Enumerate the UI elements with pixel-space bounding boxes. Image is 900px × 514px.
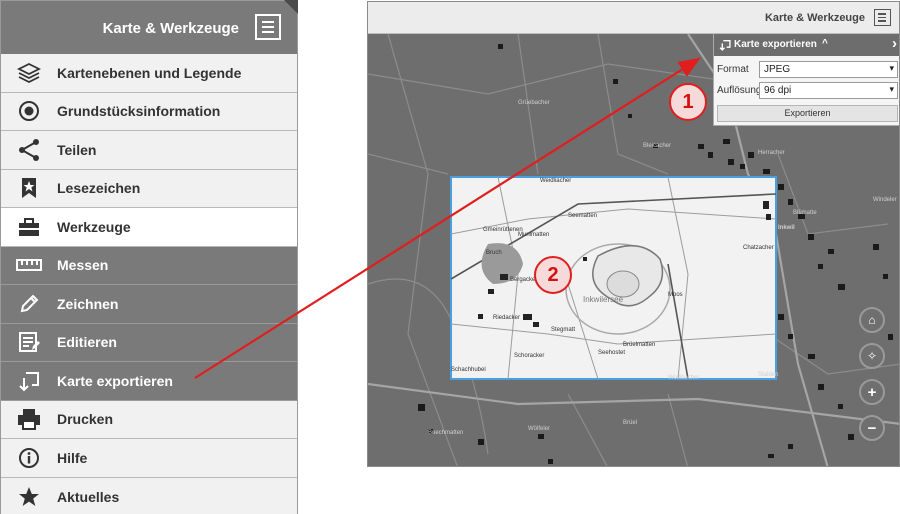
map-label: Brüel <box>623 420 637 426</box>
toolbox-icon <box>16 216 42 238</box>
menu-item-label: Werkzeuge <box>57 218 131 235</box>
resolution-value: 96 dpi <box>764 85 792 96</box>
map-topbar: Karte & Werkzeuge <box>368 2 899 34</box>
map-label: Wölfeler <box>528 426 550 432</box>
resolution-row: Auflösung 96 dpi ▾ <box>714 82 899 100</box>
export-panel-title: Karte exportieren <box>734 39 817 50</box>
menu-item-grundstuecksinformation[interactable]: Grundstücksinformation <box>1 92 297 131</box>
menu-item-karte-exportieren[interactable]: Karte exportieren <box>1 362 297 401</box>
map-label: Brüelmatten <box>623 342 655 348</box>
chevron-down-icon: ▾ <box>889 63 894 73</box>
menu-item-label: Lesezeichen <box>57 180 141 197</box>
map-label: Grüebacher <box>518 100 550 106</box>
map-label: Chatzacher <box>743 245 774 251</box>
screenshot-stage: Karte & Werkzeuge Kartenebenen und Legen… <box>0 0 900 514</box>
radio-target-icon <box>16 100 42 122</box>
menu-item-werkzeuge[interactable]: Werkzeuge <box>1 208 297 247</box>
map-label: Gmeinrüttenen <box>483 227 523 233</box>
map-label: Blümatte <box>793 210 817 216</box>
map-label-lake: Inkwilersee <box>583 295 624 304</box>
menu-item-label: Drucken <box>57 411 114 428</box>
locate-icon[interactable]: ✧ <box>859 343 885 369</box>
map-label: Bruch <box>486 250 502 256</box>
zoom-in-icon[interactable]: + <box>859 379 885 405</box>
map-label: Seematten <box>568 213 597 219</box>
chevron-right-icon[interactable]: › <box>892 35 897 52</box>
menu-item-label: Aktuelles <box>57 488 120 505</box>
format-value: JPEG <box>764 64 791 75</box>
map-label: Schoracker <box>514 353 544 359</box>
map-label: Weidliacher <box>540 178 571 184</box>
menu-item-messen[interactable]: Messen <box>1 246 297 285</box>
map-hamburger-icon[interactable] <box>874 9 891 26</box>
menu-header: Karte & Werkzeuge <box>1 0 298 54</box>
export-button[interactable]: Exportieren <box>717 105 898 122</box>
printer-icon <box>16 408 42 431</box>
format-row: Format JPEG ▾ <box>714 61 899 79</box>
edit-form-icon <box>16 331 42 353</box>
export-map-icon <box>719 38 731 56</box>
map-label: Schachhubel <box>451 367 486 373</box>
annotation-badge-2: 2 <box>534 256 572 294</box>
map-header-title: Karte & Werkzeuge <box>764 12 865 24</box>
menu-item-lesezeichen[interactable]: Lesezeichen <box>1 169 297 208</box>
export-panel-header: Karte exportieren ^ › <box>714 34 899 56</box>
map-label: Buechmatten <box>428 430 463 436</box>
map-label: Seehostet <box>598 350 625 356</box>
bookmark-star-icon <box>16 177 42 199</box>
menu-item-label: Zeichnen <box>57 295 119 312</box>
map-label: Bleicacher <box>643 143 671 149</box>
map-label: Riedacker <box>493 315 520 321</box>
menu-item-label: Messen <box>57 257 109 274</box>
format-select[interactable]: JPEG ▾ <box>759 61 898 78</box>
export-map-panel: Karte exportieren ^ › Format JPEG ▾ Aufl… <box>713 34 899 126</box>
format-label: Format <box>717 64 749 75</box>
pencil-icon <box>16 293 42 315</box>
menu-item-hilfe[interactable]: Hilfe <box>1 439 297 478</box>
layers-icon <box>16 62 42 84</box>
map-label: Windeler <box>873 197 897 203</box>
menu-item-label: Karte exportieren <box>57 372 173 389</box>
menu-item-drucken[interactable]: Drucken <box>1 400 297 439</box>
resolution-select[interactable]: 96 dpi ▾ <box>759 82 898 99</box>
menu-item-label: Kartenebenen und Legende <box>57 64 242 81</box>
map-label: Stegmatt <box>551 327 575 333</box>
corner-fold-decoration <box>284 0 298 14</box>
tools-menu-panel: Karte & Werkzeuge Kartenebenen und Legen… <box>0 0 298 514</box>
menu-item-editieren[interactable]: Editieren <box>1 323 297 362</box>
menu-item-teilen[interactable]: Teilen <box>1 131 297 170</box>
chevron-up-icon[interactable]: ^ <box>822 38 828 49</box>
resolution-label: Auflösung <box>717 85 762 96</box>
map-label: Herracher <box>758 150 785 156</box>
ruler-icon <box>16 254 42 276</box>
zoom-out-icon[interactable]: − <box>859 415 885 441</box>
menu-item-label: Editieren <box>57 334 117 351</box>
map-view[interactable]: Karte & Werkzeuge Weidliacher Seematten … <box>367 1 900 467</box>
menu-item-aktuelles[interactable]: Aktuelles <box>1 477 297 514</box>
map-label: Moos <box>668 292 683 298</box>
hamburger-menu-icon[interactable] <box>255 14 281 40</box>
info-icon <box>16 447 42 469</box>
menu-item-label: Grundstücksinformation <box>57 103 221 120</box>
home-icon[interactable]: ⌂ <box>859 307 885 333</box>
map-label: Munimatten <box>518 232 549 238</box>
annotation-badge-1: 1 <box>669 83 707 121</box>
menu-item-zeichnen[interactable]: Zeichnen <box>1 285 297 324</box>
menu-title: Karte & Werkzeuge <box>102 20 239 37</box>
share-icon <box>16 138 42 161</box>
menu-item-label: Hilfe <box>57 449 88 466</box>
menu-item-label: Teilen <box>57 141 97 158</box>
export-map-icon <box>16 370 42 392</box>
chevron-down-icon: ▾ <box>889 84 894 94</box>
star-icon <box>16 486 42 508</box>
menu-item-kartenebenen[interactable]: Kartenebenen und Legende <box>1 54 297 93</box>
map-label: Wolfibacher <box>668 375 700 381</box>
map-label: Inkwil <box>778 225 795 231</box>
map-label: Stalden <box>758 372 778 378</box>
